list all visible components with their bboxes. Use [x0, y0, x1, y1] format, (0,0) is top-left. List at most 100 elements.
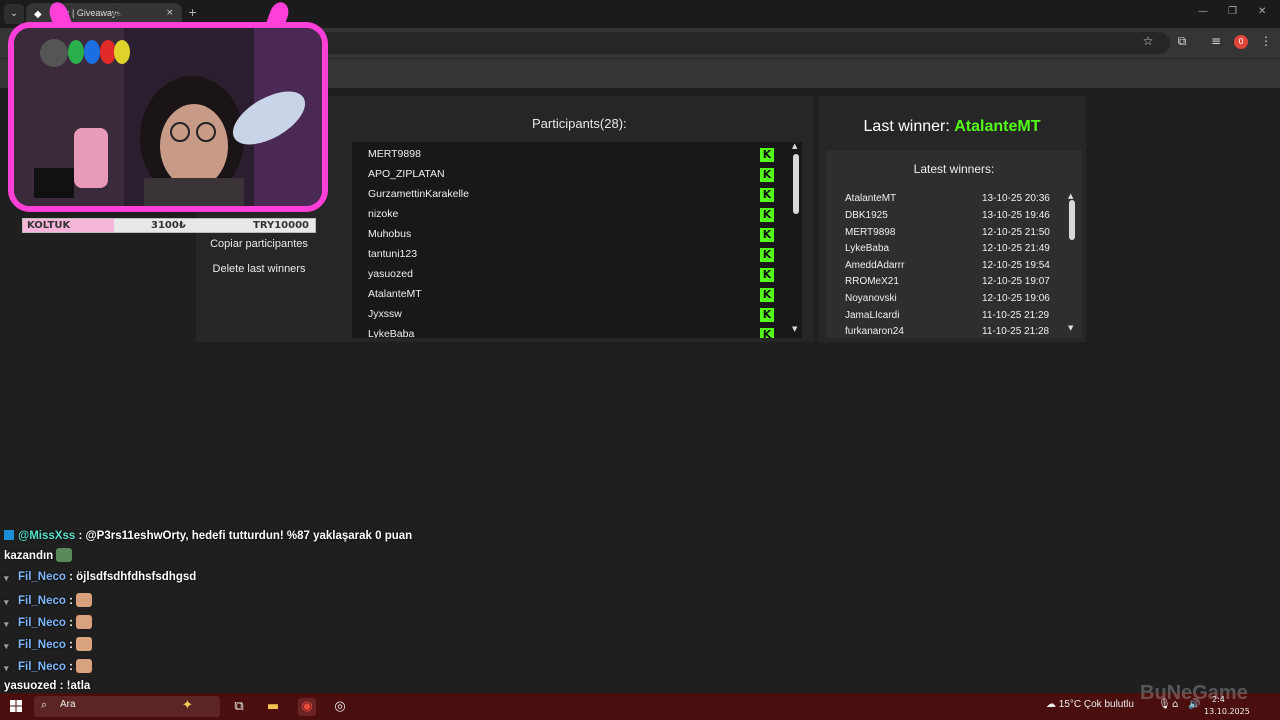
winners-scrollbar[interactable] — [1069, 200, 1075, 240]
last-winner-name: AtalanteMT — [954, 118, 1041, 135]
menu-kebab-icon[interactable]: ⋮ — [1257, 34, 1275, 48]
chevron-badge-icon: ▾ — [4, 663, 9, 673]
new-tab-button[interactable]: + — [188, 6, 197, 19]
winner-name: DBK1925 — [845, 210, 888, 221]
chat-message: yasuozed : !atla — [4, 680, 90, 692]
participant-name: Muhobus — [368, 228, 412, 240]
minimize-icon[interactable]: — — [1198, 6, 1208, 17]
winner-name: RROMeX21 — [845, 276, 899, 287]
scroll-down-arrow-icon[interactable]: ▼ — [1068, 324, 1073, 332]
chat-text: : — [65, 639, 73, 651]
bookmark-star-icon[interactable]: ☆ — [1139, 34, 1157, 48]
copilot-sparkle-icon[interactable]: ✦ — [182, 698, 193, 713]
close-window-icon[interactable]: ✕ — [1258, 6, 1266, 17]
tab-search-button[interactable]: ⌄ — [4, 4, 24, 24]
weather-widget[interactable]: ☁ 15°C Çok bulutlu — [1046, 699, 1134, 710]
kick-logo-icon: K — [760, 268, 774, 282]
kick-logo-icon: K — [760, 168, 774, 182]
emote-icon — [56, 548, 73, 562]
emote-icon — [76, 593, 93, 607]
kick-logo-icon: K — [760, 288, 774, 302]
last-winner-label: Last winner: — [863, 118, 950, 135]
chat-text: : — [65, 617, 73, 629]
chat-username: Fil_Neco — [18, 571, 66, 583]
chat-username: Fil_Neco — [18, 617, 66, 629]
chat-text: : @P3rs11eshwOrty, hedefi tutturdun! %87… — [75, 530, 413, 542]
kick-logo-icon: K — [760, 188, 774, 202]
taskbar-search[interactable]: ⌕ Ara ✦ — [34, 696, 220, 717]
watermark-logo: BuNeGame — [1140, 682, 1248, 704]
search-icon: ⌕ — [41, 698, 48, 711]
participants-list[interactable]: MERT9898 K APO_ZIPLATAN K GurzamettinKar… — [352, 142, 802, 338]
profile-avatar[interactable]: 0 — [1234, 35, 1248, 49]
goal-target-amount: TRY10000 — [253, 220, 310, 231]
kick-logo-icon: K — [760, 248, 774, 262]
chat-text: kazandın — [4, 550, 54, 562]
media-control-icon[interactable]: ≡ — [1207, 34, 1225, 48]
search-placeholder: Ara — [60, 699, 76, 710]
address-bar[interactable] — [300, 32, 1170, 54]
latest-winners-list[interactable]: AtalanteMT 13-10-25 20:36 DBK1925 13-10-… — [832, 190, 1068, 336]
overlay-header-text: Son al — [112, 4, 161, 20]
winner-name: LykeBaba — [845, 243, 890, 254]
last-winner-heading: Last winner: AtalanteMT — [818, 118, 1086, 136]
chat-message: @MissXss : @P3rs11eshwOrty, hedefi tuttu… — [4, 530, 412, 542]
weather-text: 15°C Çok bulutlu — [1058, 699, 1134, 710]
delete-last-winners-button[interactable]: Delete last winners — [204, 258, 314, 280]
participant-name: AtalanteMT — [368, 288, 422, 300]
tab-close-icon[interactable]: × — [166, 8, 174, 18]
winner-name: Noyanovski — [845, 293, 897, 304]
winner-name: JamaLIcardi — [845, 310, 900, 321]
app-icon[interactable]: ◎ — [331, 698, 349, 716]
chat-text: : !atla — [56, 680, 91, 692]
winner-date: 12-10-25 21:49 — [982, 243, 1050, 254]
clock-date[interactable]: 13.10.2025 — [1204, 707, 1250, 716]
chevron-badge-icon: ▾ — [4, 573, 9, 583]
latest-winners-title: Latest winners: — [913, 162, 995, 176]
file-explorer-icon[interactable]: ▬ — [264, 698, 282, 716]
participant-name: yasuozed — [368, 268, 413, 280]
chat-username: @MissXss — [18, 530, 76, 542]
participants-title: Participants(28): — [532, 116, 627, 131]
kick-logo-icon: K — [760, 148, 774, 162]
scroll-up-arrow-icon[interactable]: ▲ — [1068, 192, 1073, 200]
donation-goal-bar: KOLTUK 3100₺ TRY10000 — [22, 218, 316, 233]
winner-date: 13-10-25 20:36 — [982, 193, 1050, 204]
chat-message: ▾ Fil_Neco : öjlsdfsdhfdhsfsdhgsd — [4, 571, 196, 583]
scroll-down-arrow-icon[interactable]: ▼ — [792, 325, 797, 333]
scroll-up-arrow-icon[interactable]: ▲ — [792, 142, 797, 150]
winner-date: 11-10-25 21:29 — [982, 310, 1050, 321]
maximize-icon[interactable]: ❐ — [1228, 6, 1237, 17]
kick-logo-icon: K — [760, 208, 774, 222]
chat-text: : — [65, 595, 73, 607]
chat-message: ▾ Fil_Neco : — [4, 659, 93, 673]
windows-start-icon[interactable] — [10, 700, 22, 712]
participants-scrollbar[interactable] — [793, 154, 799, 214]
copy-participants-button[interactable]: Copiar participantes — [204, 233, 314, 255]
participant-name: tantuni123 — [368, 248, 418, 260]
windows-taskbar: ⌕ Ara ✦ ⧉ ▬ ◉ ◎ ☁ 15°C Çok bulutlu 🎙 ⌂ 🔊… — [0, 693, 1280, 720]
winner-name: AtalanteMT — [845, 193, 897, 204]
emote-icon — [76, 615, 93, 629]
participant-name: Jyxssw — [368, 308, 402, 320]
winner-date: 11-10-25 21:28 — [982, 326, 1050, 336]
cloud-icon: ☁ — [1046, 699, 1056, 710]
goal-current-amount: 3100₺ — [151, 220, 186, 231]
task-view-icon[interactable]: ⧉ — [230, 698, 248, 716]
kick-logo-icon: K — [760, 308, 774, 322]
chat-username: Fil_Neco — [18, 639, 66, 651]
site-favicon-icon: ◆ — [34, 9, 42, 20]
winner-date: 12-10-25 19:07 — [982, 276, 1050, 287]
extensions-icon[interactable]: ⧉ — [1173, 34, 1191, 49]
webcam-frame — [8, 22, 328, 212]
goal-label: KOLTUK — [27, 220, 71, 231]
chevron-badge-icon: ▾ — [4, 597, 9, 607]
chat-text: : öjlsdfsdhfdhsfsdhgsd — [65, 571, 197, 583]
emote-icon — [76, 659, 93, 673]
kick-logo-icon: K — [760, 228, 774, 242]
kick-logo-icon: K — [760, 328, 774, 338]
participant-name: APO_ZIPLATAN — [368, 168, 445, 180]
chrome-icon[interactable]: ◉ — [298, 698, 316, 716]
winner-date: 13-10-25 19:46 — [982, 210, 1050, 221]
chevron-badge-icon: ▾ — [4, 619, 9, 629]
